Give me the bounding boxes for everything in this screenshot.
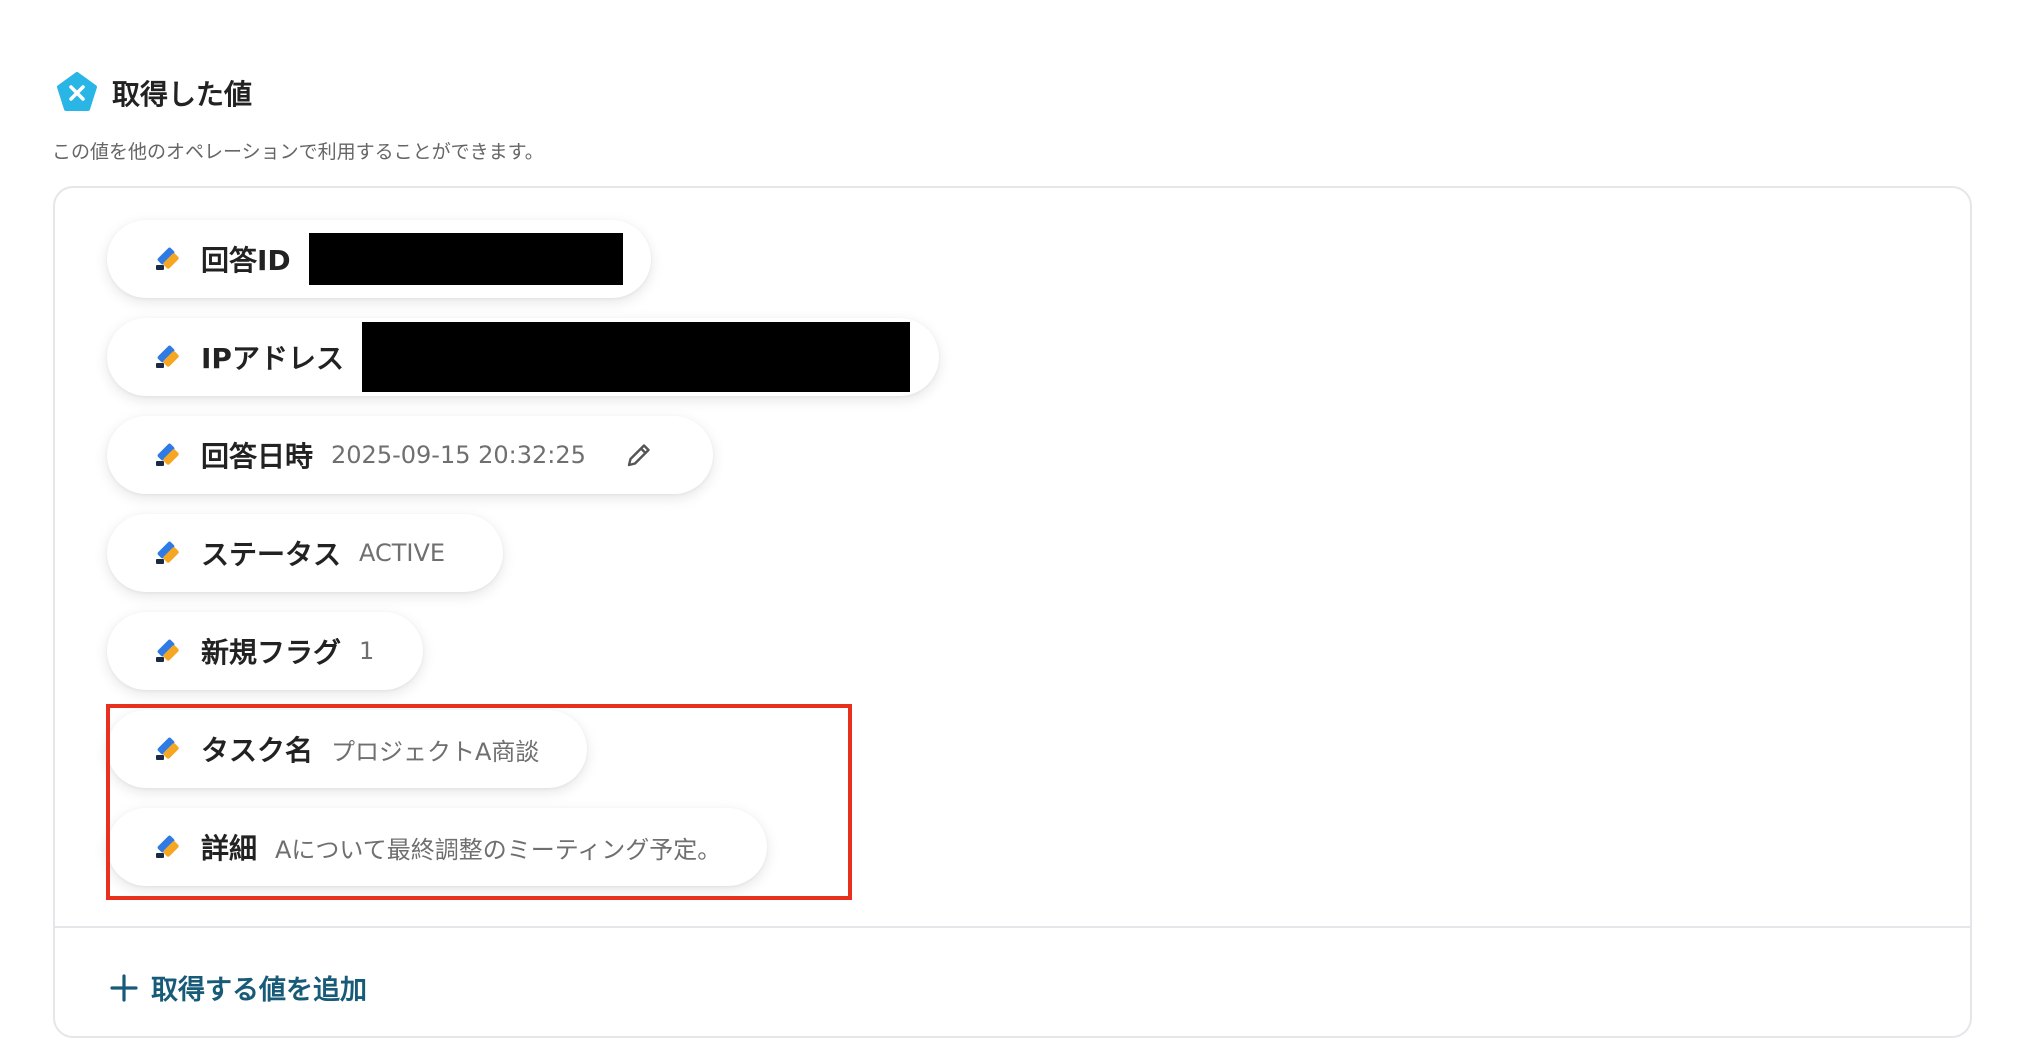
form-app-icon xyxy=(156,345,179,368)
plus-icon xyxy=(110,973,138,1002)
field-value: 2025-09-15 20:32:25 xyxy=(331,441,586,469)
form-app-icon xyxy=(156,541,179,564)
redacted-value xyxy=(308,233,623,285)
form-app-icon xyxy=(156,443,179,466)
form-app-icon xyxy=(156,247,179,270)
page: 取得した値 この値を他のオペレーションで利用することができます。 回答ID IP… xyxy=(0,0,2028,1050)
redacted-value xyxy=(361,322,910,392)
section-header: 取得した値 xyxy=(56,72,252,114)
value-chip-response-id[interactable]: 回答ID xyxy=(107,220,651,298)
form-app-icon xyxy=(156,639,179,662)
section-description: この値を他のオペレーションで利用することができます。 xyxy=(52,141,544,163)
add-value-label: 取得する値を追加 xyxy=(151,975,367,1006)
section-title: 取得した値 xyxy=(112,78,253,111)
field-value: ACTIVE xyxy=(359,539,446,567)
field-label: 回答ID xyxy=(201,244,291,277)
value-chip-new-flag[interactable]: 新規フラグ 1 xyxy=(107,612,423,690)
value-chip-ip-address[interactable]: IPアドレス xyxy=(107,318,939,396)
add-value-button[interactable]: 取得する値を追加 xyxy=(109,968,367,1007)
values-card: 回答ID IPアドレス 回答日時 2025-09-15 20:32:25 ステー… xyxy=(53,186,1972,1038)
field-value: 1 xyxy=(359,637,375,665)
field-label: ステータス xyxy=(201,538,342,571)
value-chip-status[interactable]: ステータス ACTIVE xyxy=(107,514,503,592)
variable-x-icon xyxy=(57,72,97,111)
field-label: 回答日時 xyxy=(201,440,314,473)
field-label: 新規フラグ xyxy=(201,636,342,669)
highlight-annotation-box xyxy=(106,704,852,900)
divider xyxy=(55,926,1970,928)
value-chip-response-datetime[interactable]: 回答日時 2025-09-15 20:32:25 xyxy=(107,416,713,494)
field-label: IPアドレス xyxy=(201,342,344,375)
pencil-icon[interactable] xyxy=(624,440,654,470)
